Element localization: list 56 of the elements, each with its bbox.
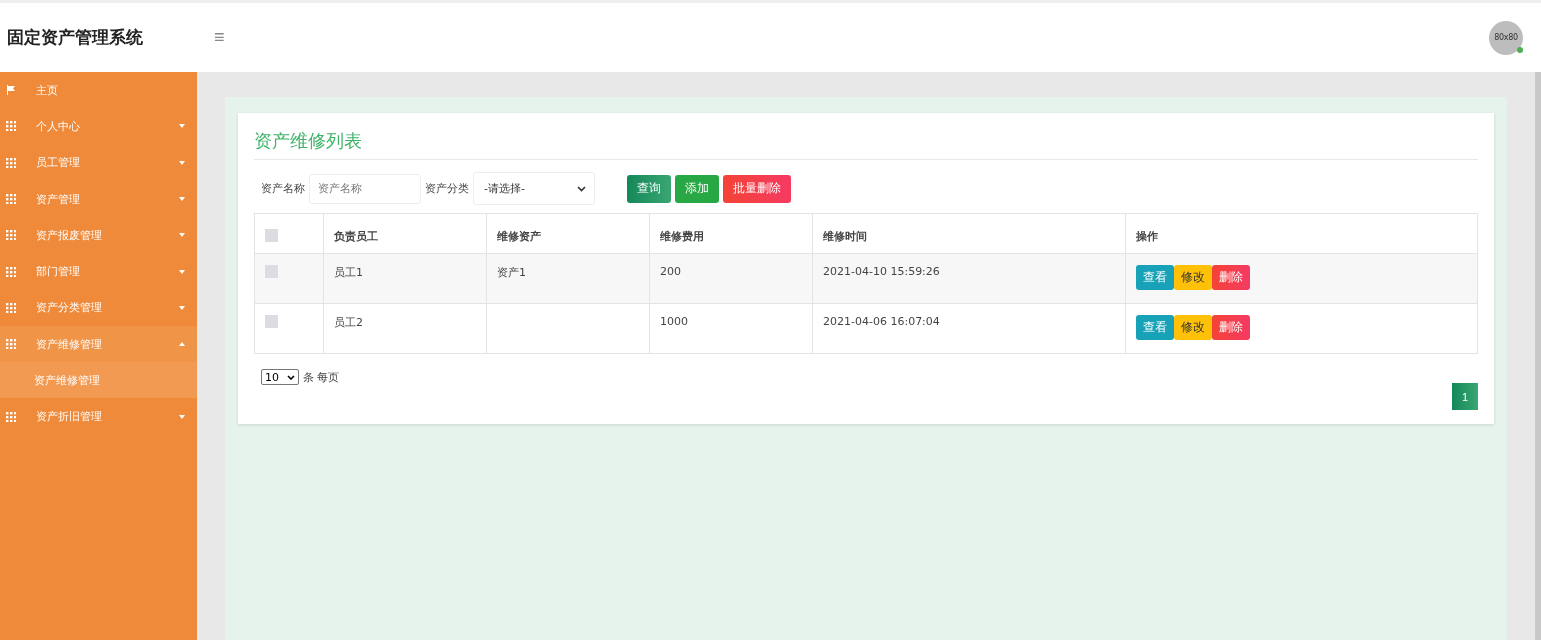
table-cell: 资产1: [497, 266, 526, 279]
sidebar-item[interactable]: 员工管理: [0, 144, 197, 181]
sidebar-item[interactable]: 资产分类管理: [0, 289, 197, 327]
row-checkbox[interactable]: [265, 265, 278, 278]
batch-delete-button[interactable]: 批量删除: [723, 174, 791, 203]
category-dropdown[interactable]: -请选择-: [473, 172, 595, 205]
sidebar-item[interactable]: 资产报废管理: [0, 217, 197, 254]
field-label: 资产名称: [261, 181, 305, 196]
query-button[interactable]: 查询: [627, 174, 671, 203]
sidebar-item[interactable]: 主页: [0, 72, 197, 109]
page-size-label: 条 每页: [303, 369, 340, 385]
delete-button[interactable]: 删除: [1212, 315, 1250, 340]
table-cell: 2021-04-10 15:59:26: [823, 265, 940, 278]
view-button[interactable]: 查看: [1136, 265, 1174, 290]
delete-button[interactable]: 删除: [1212, 265, 1250, 290]
page-button[interactable]: 1: [1452, 383, 1478, 410]
table-cell: 1000: [660, 315, 688, 328]
page-title: 资产维修列表: [254, 125, 1478, 160]
sidebar-item[interactable]: 个人中心: [0, 108, 197, 145]
sidebar-item[interactable]: 资产折旧管理: [0, 398, 197, 435]
grid-icon: [6, 302, 16, 313]
table-cell: 2021-04-06 16:07:04: [823, 315, 940, 328]
table-cell: 员工1: [334, 266, 363, 279]
column-header: 维修时间: [823, 230, 867, 243]
grid-icon: [6, 339, 16, 350]
table-cell: 员工2: [334, 316, 363, 329]
chevron-down-icon: [287, 374, 295, 380]
app-title: 固定资产管理系统: [7, 26, 144, 49]
grid-icon: [6, 266, 16, 277]
page-size-dropdown[interactable]: 10: [261, 369, 299, 385]
grid-icon: [6, 121, 16, 132]
sidebar-item[interactable]: 资产管理: [0, 180, 197, 218]
sidebar-item[interactable]: 部门管理: [0, 253, 197, 290]
scrollbar[interactable]: [1535, 72, 1541, 640]
edit-button[interactable]: 修改: [1174, 265, 1212, 290]
column-header: 维修费用: [660, 230, 704, 243]
field-label: 资产分类: [425, 181, 469, 196]
column-header: 维修资产: [497, 230, 541, 243]
row-checkbox[interactable]: [265, 315, 278, 328]
sidebar-subitem[interactable]: 资产维修管理: [0, 362, 197, 399]
edit-button[interactable]: 修改: [1174, 315, 1212, 340]
view-button[interactable]: 查看: [1136, 315, 1174, 340]
avatar[interactable]: 80x80: [1489, 20, 1523, 55]
column-header: 负责员工: [334, 230, 378, 243]
select-all-checkbox[interactable]: [265, 229, 278, 242]
grid-icon: [6, 411, 16, 422]
table-cell: 200: [660, 265, 681, 278]
grid-icon: [6, 157, 16, 168]
add-button[interactable]: 添加: [675, 174, 719, 203]
flag-icon: [6, 85, 16, 96]
grid-icon: [6, 230, 16, 241]
name-input-field[interactable]: 资产名称: [309, 173, 421, 204]
grid-icon: [6, 194, 16, 205]
sidebar-item[interactable]: 资产维修管理: [0, 326, 197, 363]
chevron-down-icon: [577, 185, 586, 192]
column-header: 操作: [1136, 230, 1158, 243]
